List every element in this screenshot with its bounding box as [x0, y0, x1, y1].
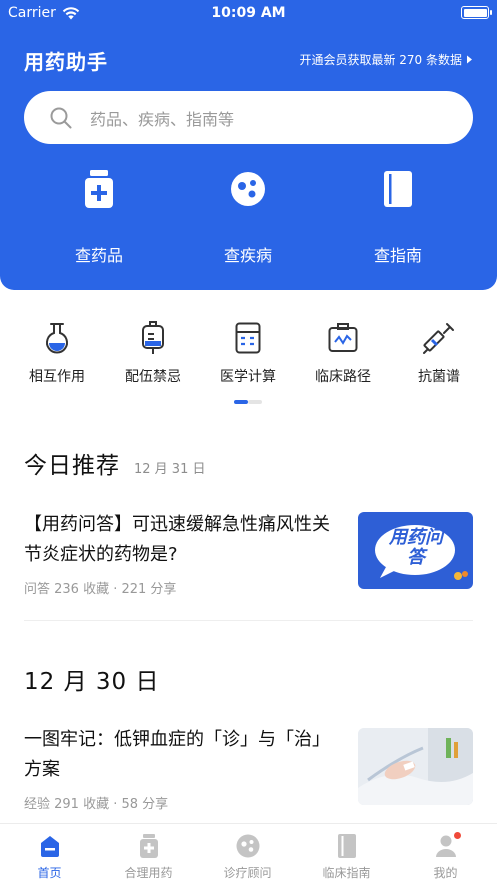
- clipboard-icon: [328, 323, 358, 352]
- membership-promo-link[interactable]: 开通会员获取最新 270 条数据: [299, 51, 473, 68]
- tool-antibacterial-label: 抗菌谱: [418, 369, 460, 385]
- tools-row: 相互作用 配伍禁忌 医学计算 临床路径 抗菌谱: [0, 318, 497, 388]
- tab-clinical-guide[interactable]: 临床指南: [297, 834, 396, 881]
- page-indicator: [234, 400, 262, 404]
- tab-home[interactable]: 首页: [0, 834, 99, 881]
- guide-icon: [337, 834, 356, 858]
- quick-medicine-button[interactable]: 查药品: [39, 166, 159, 266]
- tool-antibacterial[interactable]: 抗菌谱: [394, 318, 484, 386]
- book-icon: [384, 171, 412, 207]
- battery-icon: [461, 6, 492, 19]
- section-heading: 今日推荐: [24, 453, 120, 479]
- section-date: 12 月 31 日: [134, 462, 206, 477]
- tab-profile[interactable]: 我的: [396, 832, 495, 881]
- tool-incompatibility[interactable]: 配伍禁忌: [108, 318, 198, 386]
- article-card[interactable]: 【用药问答】可迅速缓解急性痛风性关节炎症状的药物是? 问答 236 收藏 · 2…: [24, 510, 473, 610]
- tab-bar: 首页 合理用药 诊疗顾问 临床指南 我的: [0, 823, 497, 883]
- quick-actions: 查药品 查疾病 查指南: [0, 166, 497, 266]
- medicine-bottle-icon: [85, 170, 113, 208]
- tool-calculator[interactable]: 医学计算: [203, 318, 293, 386]
- virus-icon: [231, 172, 265, 206]
- syringe-icon: [423, 323, 454, 354]
- tool-incompatibility-label: 配伍禁忌: [125, 369, 181, 385]
- quick-medicine-label: 查药品: [74, 246, 123, 265]
- search-placeholder: 药品、疾病、指南等: [90, 109, 235, 129]
- tab-label: 诊疗顾问: [223, 866, 272, 880]
- flask-icon: [46, 323, 68, 354]
- divider: [24, 620, 473, 621]
- article-thumbnail: 用药问答: [358, 512, 473, 589]
- notification-badge: [454, 832, 461, 839]
- article-title: 【用药问答】可迅速缓解急性痛风性关节炎症状的药物是?: [24, 514, 330, 565]
- quick-disease-label: 查疾病: [223, 246, 272, 265]
- header-panel: Carrier 10:09 AM 用药助手 开通会员获取最新 270 条数据 药…: [0, 0, 497, 290]
- tab-label: 合理用药: [124, 866, 173, 880]
- section-heading: 12 月 30 日: [24, 669, 160, 695]
- quick-guide-button[interactable]: 查指南: [338, 166, 458, 266]
- article-title: 一图牢记：低钾血症的「诊」与「治」方案: [24, 729, 330, 780]
- tab-label: 我的: [433, 866, 458, 880]
- profile-icon: [435, 835, 456, 857]
- thumb-text: 用药问答: [389, 527, 443, 568]
- search-icon: [50, 107, 72, 128]
- tool-calculator-label: 医学计算: [220, 369, 276, 385]
- calculator-icon: [235, 322, 261, 354]
- quick-guide-label: 查指南: [373, 246, 422, 265]
- promo-text: 开通会员获取最新 270 条数据: [299, 53, 462, 67]
- tool-interaction[interactable]: 相互作用: [12, 318, 102, 386]
- article-card[interactable]: 一图牢记：低钾血症的「诊」与「治」方案 经验 291 收藏 · 58 分享: [24, 725, 473, 815]
- iv-bag-icon: [142, 321, 164, 354]
- tool-clinical-path-label: 临床路径: [315, 369, 371, 385]
- tool-interaction-label: 相互作用: [29, 369, 85, 385]
- article-thumbnail: [358, 728, 473, 805]
- page-dot: [248, 400, 262, 404]
- quick-disease-button[interactable]: 查疾病: [188, 166, 308, 266]
- section-yesterday: 12 月 30 日: [24, 662, 159, 696]
- tab-rational-drug-use[interactable]: 合理用药: [99, 834, 198, 881]
- medicine-icon: [139, 834, 158, 858]
- section-today: 今日推荐 12 月 31 日: [24, 446, 205, 480]
- status-bar: Carrier 10:09 AM: [0, 0, 497, 26]
- triangle-right-icon: [467, 55, 472, 64]
- iv-drip-photo: [358, 728, 473, 805]
- tool-clinical-path[interactable]: 临床路径: [298, 318, 388, 386]
- tab-consult[interactable]: 诊疗顾问: [198, 834, 297, 881]
- app-title: 用药助手: [24, 50, 108, 74]
- home-icon: [40, 836, 59, 857]
- tab-label: 临床指南: [322, 866, 371, 880]
- consult-icon: [236, 834, 259, 858]
- clock: 10:09 AM: [211, 5, 286, 21]
- search-bar[interactable]: 药品、疾病、指南等: [24, 91, 473, 144]
- tab-label: 首页: [37, 866, 62, 880]
- page-dot-active: [234, 400, 248, 404]
